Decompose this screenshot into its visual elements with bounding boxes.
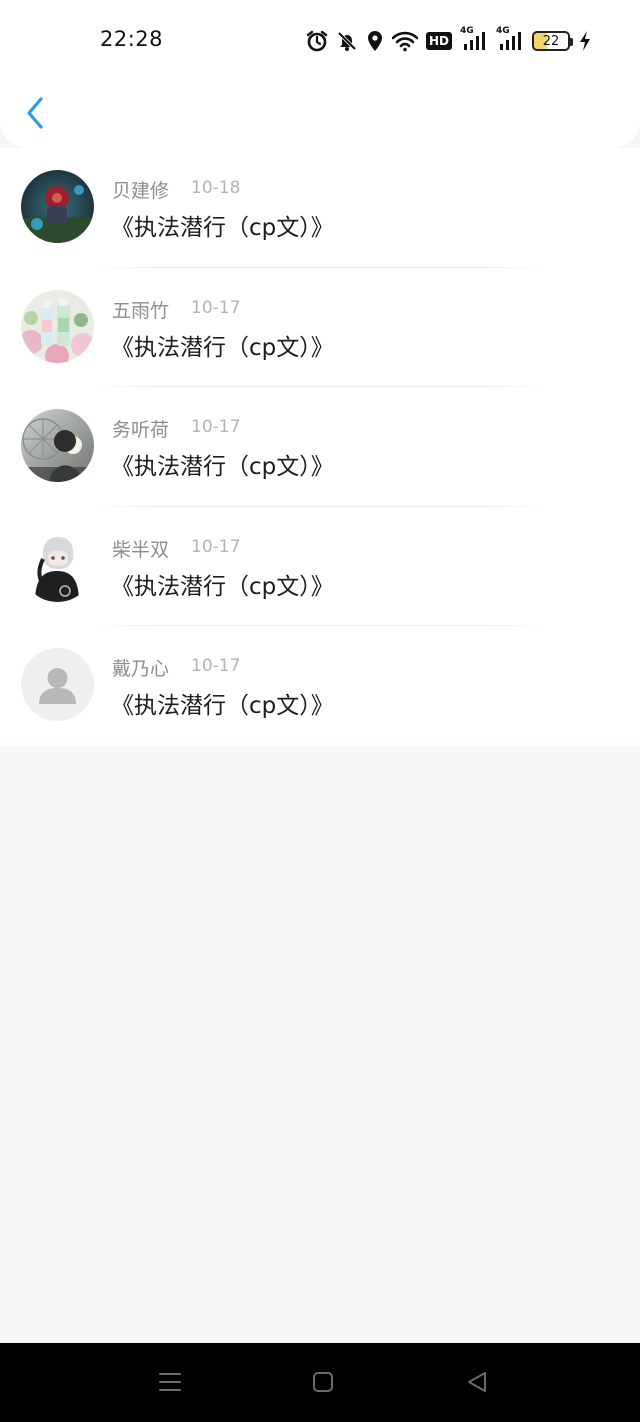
battery-level: 22 [542,33,560,49]
list-item[interactable]: 柴半双 10-17 《执法潜行（cp文）》 [0,507,640,627]
post-date: 10-18 [191,178,241,198]
signal-label-2: 4G [496,26,510,36]
back-nav-button[interactable] [462,1367,492,1397]
header: 22:28 HD 4G 4G 22 [0,0,640,148]
system-nav-bar [0,1343,640,1422]
post-date: 10-17 [191,297,241,318]
author-name: 五雨竹 [112,299,170,322]
avatar[interactable] [21,170,94,243]
bottles-flowers-avatar-icon [21,289,94,363]
post-date: 10-17 [191,656,241,677]
book-title[interactable]: 《执法潜行（cp文）》 [111,567,334,601]
post-date: 10-17 [191,536,241,557]
wifi-icon [392,30,418,52]
author-name: 戴乃心 [112,658,170,681]
message-list: 贝建修 10-18 《执法潜行（cp文）》 五雨竹 10-17 《执法潜行（cp… [0,148,640,746]
avatar[interactable] [21,409,94,483]
mute-bell-icon [336,30,358,52]
default-user-avatar-icon [21,648,94,722]
menu-icon [159,1373,181,1391]
anime-character-avatar-icon [21,528,94,602]
menu-button[interactable] [155,1367,185,1397]
avatar[interactable] [21,528,94,602]
chevron-left-icon [27,97,43,129]
home-square-icon [313,1372,333,1392]
book-title[interactable]: 《执法潜行（cp文）》 [111,208,334,242]
status-time: 22:28 [100,27,164,51]
list-item[interactable]: 贝建修 10-18 《执法潜行（cp文）》 [0,148,640,268]
book-title[interactable]: 《执法潜行（cp文）》 [111,686,334,720]
author-name: 务听荷 [112,419,170,442]
list-item[interactable]: 五雨竹 10-17 《执法潜行（cp文）》 [0,268,640,388]
list-item[interactable]: 务听荷 10-17 《执法潜行（cp文）》 [0,387,640,507]
hd-icon: HD [426,32,453,50]
hd-label: HD [426,32,453,50]
status-bar: 22:28 HD 4G 4G 22 [0,0,640,80]
charging-icon [578,30,592,52]
status-icons: HD 4G 4G 22 [306,26,592,55]
home-button[interactable] [308,1367,338,1397]
book-title[interactable]: 《执法潜行（cp文）》 [111,447,334,481]
signal-label: 4G [460,26,474,36]
avatar[interactable] [21,289,94,363]
signal-icon-2: 4G [496,26,524,52]
silhouette-ferris-wheel-avatar-icon [21,409,94,483]
game-character-avatar-icon [21,170,94,243]
book-title[interactable]: 《执法潜行（cp文）》 [111,328,334,362]
screen: 22:28 HD 4G 4G 22 贝建修 10-18 《执法潜行（cp文）》 … [0,0,640,1422]
author-name: 贝建修 [112,180,170,202]
signal-icon: 4G [460,26,488,52]
back-button[interactable] [20,94,50,132]
back-triangle-icon [468,1372,486,1392]
alarm-icon [306,30,328,52]
avatar[interactable] [21,648,94,722]
list-item[interactable]: 戴乃心 10-17 《执法潜行（cp文）》 [0,626,640,746]
battery-icon: 22 [532,31,574,51]
post-date: 10-17 [191,417,241,438]
location-icon [366,30,384,52]
author-name: 柴半双 [112,538,170,561]
